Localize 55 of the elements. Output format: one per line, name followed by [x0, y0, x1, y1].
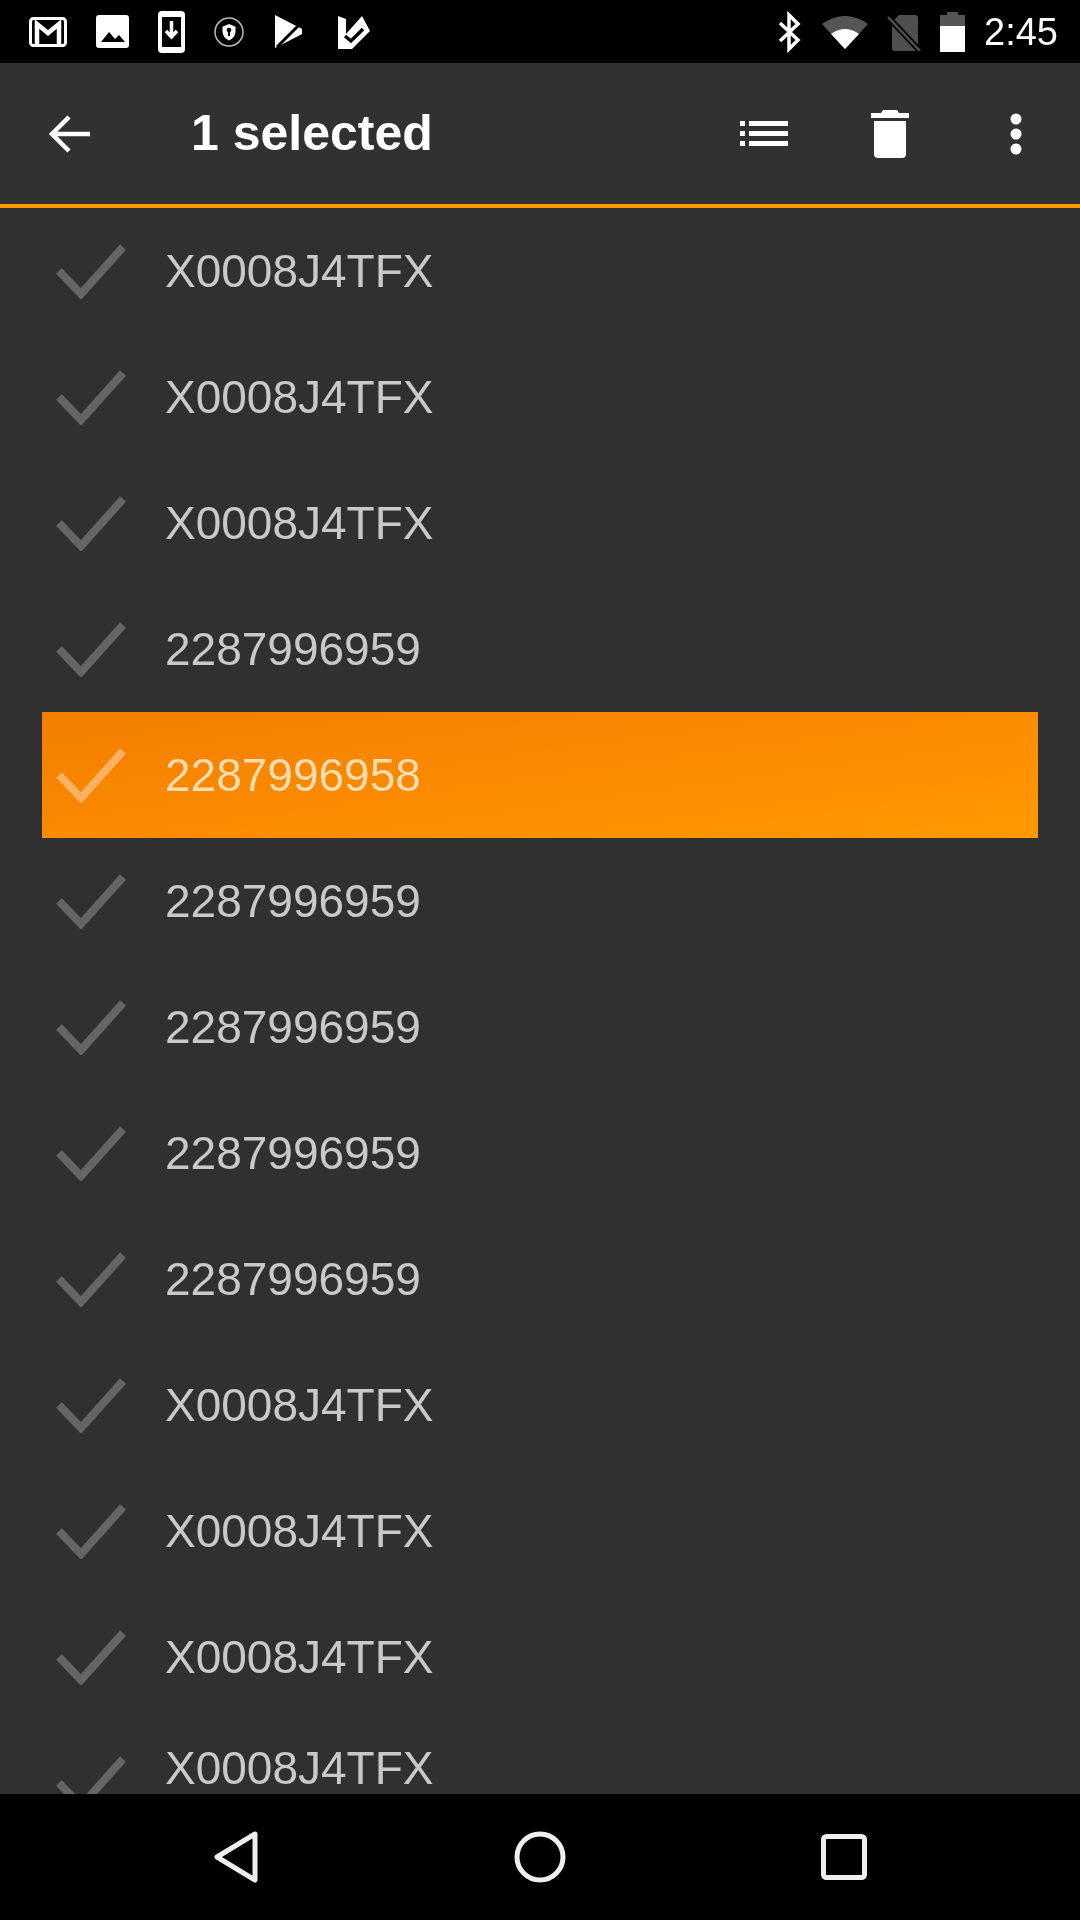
check-icon — [56, 747, 126, 803]
check-icon — [56, 495, 126, 551]
item-code: X0008J4TFX — [165, 496, 434, 550]
item-code: X0008J4TFX — [165, 1745, 434, 1791]
list-item[interactable]: X0008J4TFX — [42, 334, 1038, 460]
check-icon — [56, 1503, 126, 1559]
trash-icon — [871, 109, 909, 158]
check-tag-icon — [337, 14, 370, 49]
back-icon — [213, 1830, 259, 1884]
recents-icon — [821, 1834, 867, 1880]
item-code: X0008J4TFX — [165, 1504, 434, 1558]
check-icon — [56, 369, 126, 425]
list-item[interactable]: 2287996959 — [42, 1216, 1038, 1342]
list-item[interactable]: X0008J4TFX — [42, 460, 1038, 586]
home-icon — [514, 1831, 566, 1883]
download-icon — [158, 10, 185, 53]
check-icon — [56, 243, 126, 299]
list-item[interactable]: X0008J4TFX — [42, 1594, 1038, 1720]
shield-icon — [214, 16, 244, 47]
item-code: 2287996959 — [165, 1000, 421, 1054]
check-icon — [56, 1629, 126, 1685]
item-code: X0008J4TFX — [165, 1630, 434, 1684]
list-item[interactable]: X0008J4TFX — [42, 1342, 1038, 1468]
item-code: 2287996959 — [165, 1126, 421, 1180]
check-icon — [56, 1377, 126, 1433]
item-code: 2287996959 — [165, 622, 421, 676]
mail-icon — [29, 16, 67, 47]
check-icon — [56, 999, 126, 1055]
list-icon — [740, 121, 788, 146]
battery-icon — [940, 11, 966, 52]
more-icon — [1010, 112, 1022, 155]
item-code: X0008J4TFX — [165, 244, 434, 298]
list-item[interactable]: X0008J4TFX — [42, 208, 1038, 334]
back-arrow-icon — [48, 113, 90, 154]
check-icon — [56, 621, 126, 677]
toolbar-title: 1 selected — [191, 106, 433, 161]
status-time: 2:45 — [984, 12, 1058, 51]
play-triangle-icon — [273, 14, 308, 49]
wifi-icon — [822, 14, 869, 49]
image-icon — [96, 15, 129, 48]
item-code: X0008J4TFX — [165, 1378, 434, 1432]
list-item[interactable]: 2287996959 — [42, 964, 1038, 1090]
list-item[interactable]: 2287996959 — [42, 586, 1038, 712]
item-code: 2287996959 — [165, 874, 421, 928]
list-item[interactable]: 2287996959 — [42, 1090, 1038, 1216]
check-icon — [56, 1125, 126, 1181]
item-code: 2287996958 — [165, 748, 421, 802]
list-item[interactable]: 2287996959 — [42, 838, 1038, 964]
list-item[interactable]: X0008J4TFX — [42, 1720, 1038, 1794]
item-code: 2287996959 — [165, 1252, 421, 1306]
no-sim-icon — [887, 12, 922, 51]
check-icon — [56, 1251, 126, 1307]
check-icon — [56, 873, 126, 929]
list-item[interactable]: X0008J4TFX — [42, 1468, 1038, 1594]
item-code: X0008J4TFX — [165, 370, 434, 424]
